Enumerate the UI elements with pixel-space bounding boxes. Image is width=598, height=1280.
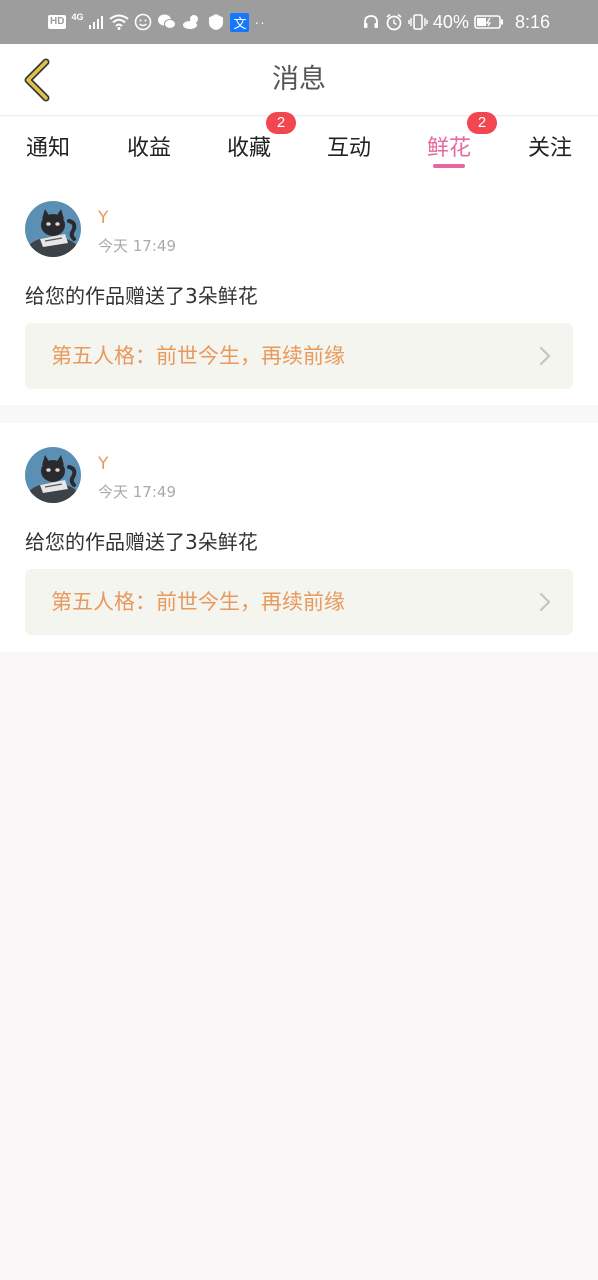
unread-badge: 2 <box>467 112 497 134</box>
tab-notifications[interactable]: 通知 <box>0 117 98 178</box>
shield-hand-icon <box>207 13 225 31</box>
message-time: 今天 17:49 <box>98 237 176 255</box>
battery-percent: 40% <box>432 11 469 32</box>
chevron-left-icon <box>24 58 50 102</box>
avatar[interactable] <box>25 447 81 503</box>
work-title: 第五人格：前世今生，再续前缘 <box>51 590 345 614</box>
chevron-right-icon <box>539 592 551 612</box>
tab-label: 收益 <box>126 136 171 161</box>
tab-label: 收藏 <box>226 136 271 161</box>
smiley-icon <box>134 13 152 31</box>
more-notifications-icon: ·· <box>254 14 266 30</box>
battery-icon <box>474 14 504 30</box>
tab-follows[interactable]: 关注 <box>500 117 598 178</box>
wechat-icon <box>157 13 177 31</box>
message-time: 今天 17:49 <box>98 483 176 501</box>
status-bar: HD 4G 文 ·· 40% 8:16 <box>0 0 598 44</box>
alarm-icon <box>385 13 403 31</box>
vibrate-icon <box>408 13 428 31</box>
app-notification-icon: 文 <box>230 12 250 32</box>
tab-earnings[interactable]: 收益 <box>99 117 199 178</box>
tab-interactions[interactable]: 互动 <box>299 117 399 178</box>
header: 消息 <box>0 44 598 116</box>
hd-icon: HD <box>48 15 67 29</box>
tab-label: 鲜花 <box>426 136 471 161</box>
headset-icon <box>362 13 380 31</box>
message-card: Y 今天 17:49 给您的作品赠送了3朵鲜花 第五人格：前世今生，再续前缘 <box>0 423 598 652</box>
tab-label: 互动 <box>326 136 371 161</box>
clock: 8:16 <box>514 11 550 32</box>
wifi-icon <box>109 14 130 30</box>
tab-label: 通知 <box>25 136 70 161</box>
signal-icon <box>88 14 104 30</box>
weather-icon <box>182 13 202 31</box>
username[interactable]: Y <box>98 454 108 474</box>
page-title: 消息 <box>272 64 326 95</box>
tab-flowers[interactable]: 鲜花 2 <box>399 112 499 178</box>
active-tab-indicator <box>433 164 465 168</box>
username[interactable]: Y <box>98 208 108 228</box>
work-link[interactable]: 第五人格：前世今生，再续前缘 <box>25 323 573 389</box>
unread-badge: 2 <box>266 112 296 134</box>
network-type: 4G <box>71 11 84 22</box>
back-button[interactable] <box>12 56 60 104</box>
message-text: 给您的作品赠送了3朵鲜花 <box>25 530 258 554</box>
work-link[interactable]: 第五人格：前世今生，再续前缘 <box>25 569 573 635</box>
avatar[interactable] <box>25 201 81 257</box>
chevron-right-icon <box>539 346 551 366</box>
tab-bar: 通知 收益 收藏 2 互动 鲜花 2 关注 <box>0 112 598 178</box>
tab-favorites[interactable]: 收藏 2 <box>199 112 299 178</box>
message-text: 给您的作品赠送了3朵鲜花 <box>25 284 258 308</box>
message-card: Y 今天 17:49 给您的作品赠送了3朵鲜花 第五人格：前世今生，再续前缘 <box>0 178 598 405</box>
work-title: 第五人格：前世今生，再续前缘 <box>51 344 345 368</box>
tab-label: 关注 <box>527 136 572 161</box>
